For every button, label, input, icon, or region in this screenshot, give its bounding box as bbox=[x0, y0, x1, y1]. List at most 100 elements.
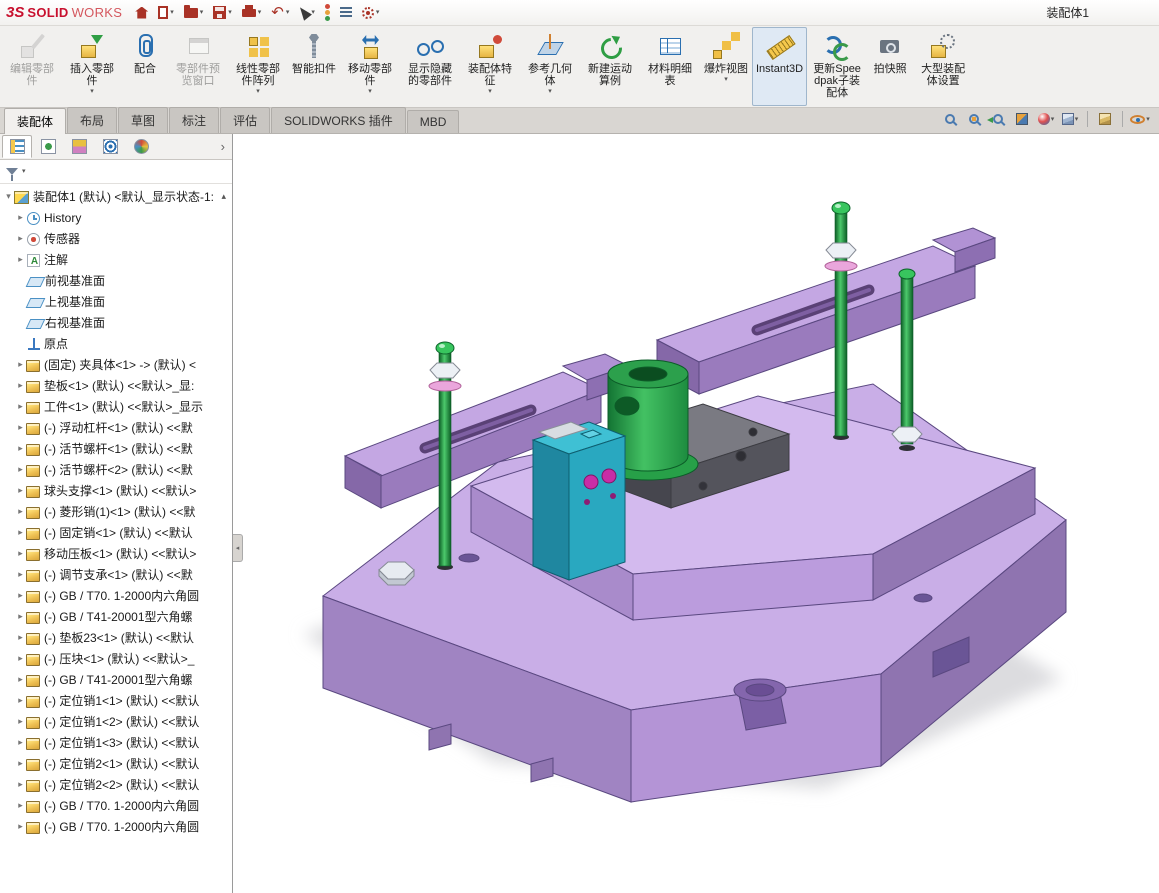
tree-item[interactable]: ▸(-) 活节螺杆<2> (默认) <<默 bbox=[0, 459, 232, 480]
tree-item[interactable]: 右视基准面 bbox=[0, 312, 232, 333]
view-orientation-button[interactable] bbox=[1094, 109, 1116, 129]
expand-arrow-icon[interactable]: ▸ bbox=[15, 821, 26, 832]
file-properties-button[interactable] bbox=[337, 2, 355, 24]
panel-tab-displaymanager[interactable] bbox=[126, 135, 156, 158]
section-view-button[interactable] bbox=[1011, 109, 1033, 129]
tree-item[interactable]: ▸垫板<1> (默认) <<默认>_显: bbox=[0, 375, 232, 396]
panel-tab-dimxpertmanager[interactable] bbox=[95, 135, 125, 158]
tree-item[interactable]: ▸(-) 垫板23<1> (默认) <<默认 bbox=[0, 627, 232, 648]
tree-item[interactable]: ▸History bbox=[0, 207, 232, 228]
expand-arrow-icon[interactable]: ▸ bbox=[15, 401, 26, 412]
tab-layout[interactable]: 布局 bbox=[67, 107, 117, 133]
expand-arrow-icon[interactable]: ▸ bbox=[15, 485, 26, 496]
take-snapshot-button[interactable]: 拍快照 bbox=[867, 27, 913, 106]
new-motion-study-button[interactable]: 新建运动算例 bbox=[580, 27, 640, 106]
expand-arrow-icon[interactable]: ▸ bbox=[15, 380, 26, 391]
expand-arrow-icon[interactable]: ▸ bbox=[15, 359, 26, 370]
tree-item[interactable]: ▸移动压板<1> (默认) <<默认> bbox=[0, 543, 232, 564]
panel-collapse-handle[interactable]: ◂ bbox=[233, 534, 243, 562]
tree-item[interactable]: 上视基准面 bbox=[0, 291, 232, 312]
tree-item[interactable]: ▸(-) 定位销2<2> (默认) <<默认 bbox=[0, 774, 232, 795]
instant3d-button[interactable]: Instant3D bbox=[752, 27, 807, 106]
new-document-button[interactable]: ▾ bbox=[155, 2, 177, 24]
open-button[interactable]: ▾ bbox=[181, 2, 207, 24]
tree-item[interactable]: ▸(-) 压块<1> (默认) <<默认>_ bbox=[0, 648, 232, 669]
tab-sketch[interactable]: 草图 bbox=[118, 107, 168, 133]
assembly-features-button[interactable]: 装配体特征▾ bbox=[460, 27, 520, 106]
expand-arrow-icon[interactable]: ▸ bbox=[15, 464, 26, 475]
previous-view-button[interactable] bbox=[987, 109, 1009, 129]
expand-arrow-icon[interactable]: ▸ bbox=[15, 569, 26, 580]
expand-arrow-icon[interactable]: ▸ bbox=[15, 548, 26, 559]
expand-arrow-icon[interactable]: ▸ bbox=[15, 212, 26, 223]
tree-item[interactable]: ▸(-) GB / T70. 1-2000内六角圆 bbox=[0, 585, 232, 606]
tree-item[interactable]: ▸传感器 bbox=[0, 228, 232, 249]
zoom-to-fit-button[interactable] bbox=[939, 109, 961, 129]
tab-addins[interactable]: SOLIDWORKS 插件 bbox=[271, 107, 406, 133]
tree-item[interactable]: ▸(-) 定位销1<2> (默认) <<默认 bbox=[0, 711, 232, 732]
expand-arrow-icon[interactable]: ▸ bbox=[15, 527, 26, 538]
panel-tab-featuremanager[interactable] bbox=[2, 135, 32, 158]
right-clamp-arm[interactable] bbox=[657, 228, 995, 394]
tree-item[interactable]: ▸(-) 菱形销(1)<1> (默认) <<默 bbox=[0, 501, 232, 522]
linear-component-pattern-button[interactable]: 线性零部件阵列▾ bbox=[228, 27, 288, 106]
expand-arrow-icon[interactable]: ▸ bbox=[15, 779, 26, 790]
expand-arrow-icon[interactable]: ▸ bbox=[15, 611, 26, 622]
tree-item[interactable]: ▸(-) 定位销2<1> (默认) <<默认 bbox=[0, 753, 232, 774]
exploded-view-button[interactable]: 爆炸视图▾ bbox=[700, 27, 752, 106]
expand-arrow-icon[interactable]: ▸ bbox=[15, 422, 26, 433]
mate-button[interactable]: 配合 bbox=[122, 27, 168, 106]
bill-of-materials-button[interactable]: 材料明细表 bbox=[640, 27, 700, 106]
tree-item[interactable]: ▸球头支撑<1> (默认) <<默认> bbox=[0, 480, 232, 501]
insert-components-button[interactable]: 插入零部件▾ bbox=[62, 27, 122, 106]
reference-geometry-button[interactable]: 参考几何体▾ bbox=[520, 27, 580, 106]
expand-arrow-icon[interactable]: ▸ bbox=[15, 758, 26, 769]
tree-item[interactable]: ▸工件<1> (默认) <<默认>_显示 bbox=[0, 396, 232, 417]
graphics-area[interactable]: ◂ bbox=[233, 134, 1159, 893]
options-button[interactable]: ▾ bbox=[359, 2, 383, 24]
tree-item[interactable]: ▸(-) GB / T41-20001型六角螺 bbox=[0, 669, 232, 690]
appearance-button[interactable]: ▾ bbox=[1035, 109, 1057, 129]
expand-arrow-icon[interactable]: ▸ bbox=[15, 443, 26, 454]
panel-tabs-chevron[interactable]: › bbox=[216, 139, 230, 154]
expand-arrow-icon[interactable]: ▸ bbox=[15, 800, 26, 811]
save-button[interactable]: ▾ bbox=[210, 2, 235, 24]
tree-item[interactable]: ▸(-) 活节螺杆<1> (默认) <<默 bbox=[0, 438, 232, 459]
tree-item[interactable]: ▸注解 bbox=[0, 249, 232, 270]
filter-dropdown-caret[interactable]: ▾ bbox=[22, 168, 26, 175]
feature-tree-root[interactable]: ▾装配体1 (默认) <默认_显示状态-1:▴ bbox=[0, 186, 232, 207]
tree-item[interactable]: ▸(-) GB / T41-20001型六角螺 bbox=[0, 606, 232, 627]
select-button[interactable]: ▾ bbox=[296, 2, 318, 24]
print-button[interactable]: ▾ bbox=[239, 2, 265, 24]
tab-markup[interactable]: 标注 bbox=[169, 107, 219, 133]
zoom-to-area-button[interactable] bbox=[963, 109, 985, 129]
expand-arrow-icon[interactable]: ▸ bbox=[15, 254, 26, 265]
tree-item[interactable]: ▸(-) 固定销<1> (默认) <<默认 bbox=[0, 522, 232, 543]
expand-arrow-icon[interactable]: ▸ bbox=[15, 653, 26, 664]
expand-arrow-icon[interactable]: ▾ bbox=[3, 191, 14, 202]
hex-nut-left[interactable] bbox=[379, 562, 414, 585]
tab-evaluate[interactable]: 评估 bbox=[220, 107, 270, 133]
tree-item[interactable]: ▸(-) 定位销1<3> (默认) <<默认 bbox=[0, 732, 232, 753]
expand-arrow-icon[interactable]: ▸ bbox=[15, 695, 26, 706]
tree-item[interactable]: 原点 bbox=[0, 333, 232, 354]
undo-button[interactable]: ↶▾ bbox=[268, 2, 292, 24]
tab-assembly[interactable]: 装配体 bbox=[4, 108, 66, 134]
hide-show-items-button[interactable]: ▾ bbox=[1129, 109, 1151, 129]
expand-arrow-icon[interactable]: ▸ bbox=[15, 590, 26, 601]
tree-item[interactable]: 前视基准面 bbox=[0, 270, 232, 291]
home-button[interactable] bbox=[132, 2, 151, 24]
tab-mbd[interactable]: MBD bbox=[407, 110, 460, 133]
expand-arrow-icon[interactable]: ▸ bbox=[15, 632, 26, 643]
expand-arrow-icon[interactable]: ▸ bbox=[15, 674, 26, 685]
expand-arrow-icon[interactable]: ▸ bbox=[15, 233, 26, 244]
slider-block[interactable] bbox=[533, 422, 625, 580]
viewport-canvas[interactable] bbox=[233, 134, 1158, 893]
tree-item[interactable]: ▸(固定) 夹具体<1> -> (默认) < bbox=[0, 354, 232, 375]
tree-item[interactable]: ▸(-) 定位销1<1> (默认) <<默认 bbox=[0, 690, 232, 711]
rebuild-button[interactable] bbox=[322, 2, 333, 24]
collapse-items-arrow[interactable]: ▴ bbox=[215, 191, 232, 202]
tree-item[interactable]: ▸(-) 调节支承<1> (默认) <<默 bbox=[0, 564, 232, 585]
tree-item[interactable]: ▸(-) GB / T70. 1-2000内六角圆 bbox=[0, 816, 232, 837]
tree-item[interactable]: ▸(-) 浮动杠杆<1> (默认) <<默 bbox=[0, 417, 232, 438]
